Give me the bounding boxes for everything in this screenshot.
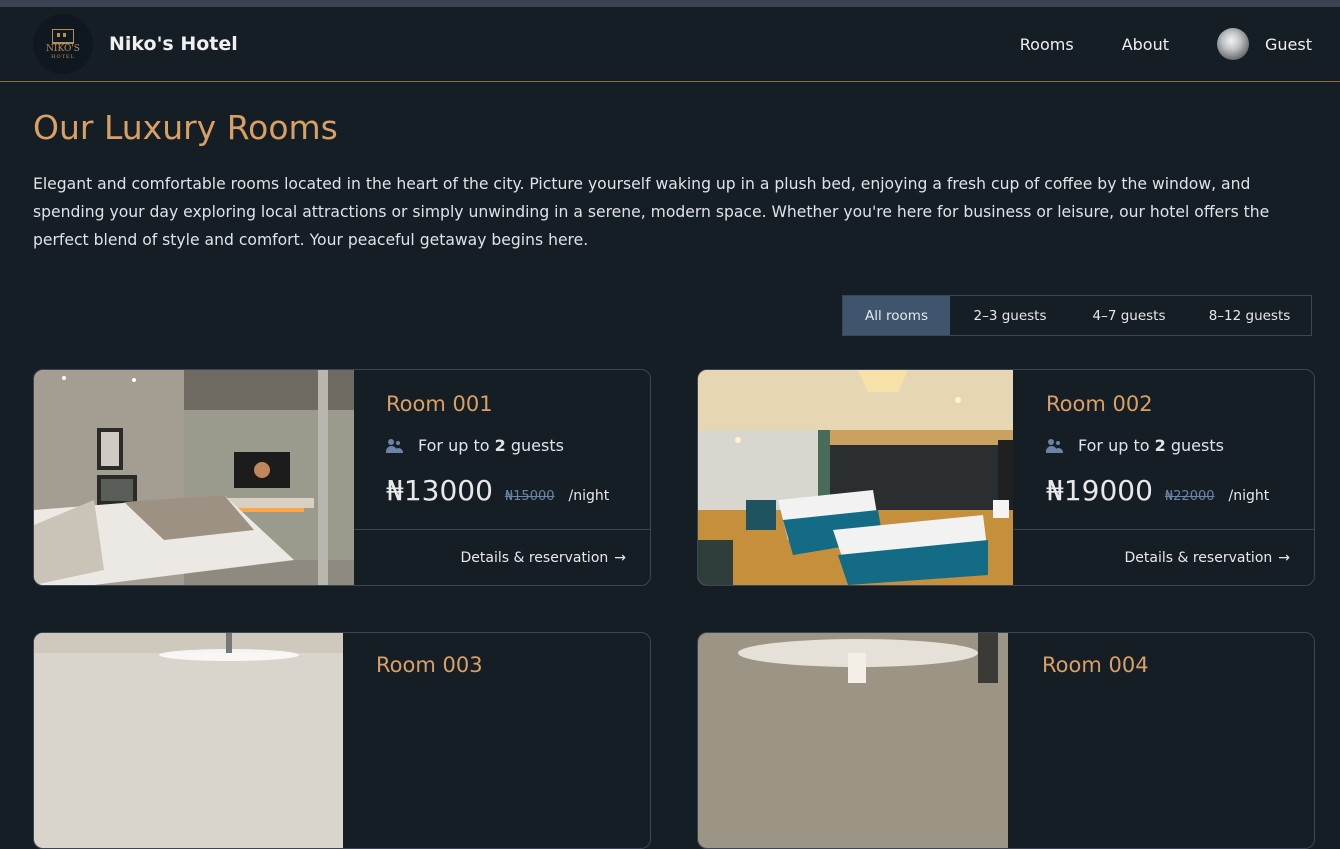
- top-navbar: NIKO'S HOTEL Niko's Hotel Rooms About Gu…: [0, 7, 1340, 82]
- room-card: Room 003: [33, 632, 651, 849]
- current-price: ₦19000: [1046, 474, 1153, 507]
- card-footer: Details & reservation →: [1014, 529, 1314, 585]
- room-card: Room 001 For up to 2 guests ₦13000 ₦1500…: [33, 369, 651, 586]
- capacity-text: For up to 2 guests: [418, 436, 564, 455]
- details-reservation-link[interactable]: Details & reservation →: [461, 550, 627, 566]
- room-title[interactable]: Room 001: [386, 392, 493, 416]
- price-row: ₦19000 ₦22000 /night: [1046, 474, 1269, 507]
- room-photo[interactable]: [34, 370, 354, 585]
- capacity-count: 2: [494, 436, 506, 455]
- capacity-prefix: For up to: [1078, 436, 1150, 455]
- capacity-prefix: For up to: [418, 436, 490, 455]
- room-capacity: For up to 2 guests: [1046, 436, 1224, 455]
- people-icon: [386, 438, 406, 454]
- card-footer: Details & reservation →: [354, 529, 650, 585]
- per-night-label: /night: [568, 488, 610, 504]
- capacity-suffix: guests: [1170, 436, 1224, 455]
- room-card: Room 002 For up to 2 guests ₦19000 ₦2200…: [697, 369, 1315, 586]
- room-card: Room 004: [697, 632, 1315, 849]
- room-capacity: For up to 2 guests: [386, 436, 564, 455]
- avatar[interactable]: [1217, 28, 1249, 60]
- details-link-label: Details & reservation: [1124, 549, 1273, 566]
- current-price: ₦13000: [386, 474, 493, 507]
- details-reservation-link[interactable]: Details & reservation →: [1125, 550, 1291, 566]
- logo-text-top: NIKO'S: [46, 43, 80, 54]
- user-name[interactable]: Guest: [1265, 35, 1312, 54]
- room-info: Room 001 For up to 2 guests ₦13000 ₦1500…: [354, 370, 650, 585]
- logo-text-bottom: HOTEL: [51, 53, 75, 60]
- user-menu[interactable]: Guest: [1217, 28, 1312, 60]
- room-title[interactable]: Room 002: [1046, 392, 1153, 416]
- filter-all-rooms[interactable]: All rooms: [843, 296, 950, 335]
- page-intro: Elegant and comfortable rooms located in…: [33, 175, 1270, 249]
- arrow-right-icon: →: [614, 549, 626, 566]
- room-photo[interactable]: [698, 370, 1013, 585]
- page-title: Our Luxury Rooms: [33, 108, 338, 147]
- nav-link-rooms[interactable]: Rooms: [1020, 35, 1074, 54]
- room-photo[interactable]: [698, 633, 1008, 848]
- old-price: ₦22000: [1164, 489, 1215, 504]
- hotel-logo[interactable]: NIKO'S HOTEL: [33, 14, 93, 74]
- room-photo[interactable]: [34, 633, 343, 848]
- main-nav: Rooms About Guest: [972, 28, 1312, 60]
- room-title[interactable]: Room 004: [1042, 653, 1149, 677]
- details-link-label: Details & reservation: [460, 549, 609, 566]
- arrow-right-icon: →: [1278, 549, 1290, 566]
- people-icon: [1046, 438, 1066, 454]
- hotel-building-icon: [52, 28, 74, 44]
- capacity-count: 2: [1154, 436, 1166, 455]
- per-night-label: /night: [1228, 488, 1270, 504]
- window-top-strip: [0, 0, 1340, 7]
- capacity-suffix: guests: [510, 436, 564, 455]
- room-info: Room 003: [343, 633, 650, 848]
- filter-4-7-guests[interactable]: 4–7 guests: [1070, 296, 1188, 335]
- brand[interactable]: NIKO'S HOTEL Niko's Hotel: [33, 14, 238, 74]
- filter-8-12-guests[interactable]: 8–12 guests: [1188, 296, 1311, 335]
- old-price: ₦15000: [504, 489, 555, 504]
- price-row: ₦13000 ₦15000 /night: [386, 474, 609, 507]
- nav-link-about[interactable]: About: [1122, 35, 1169, 54]
- room-title[interactable]: Room 003: [376, 653, 483, 677]
- guest-filter-tabs: All rooms 2–3 guests 4–7 guests 8–12 gue…: [842, 295, 1312, 336]
- filter-2-3-guests[interactable]: 2–3 guests: [950, 296, 1070, 335]
- room-info: Room 002 For up to 2 guests ₦19000 ₦2200…: [1014, 370, 1314, 585]
- brand-name[interactable]: Niko's Hotel: [109, 33, 238, 55]
- room-info: Room 004: [1009, 633, 1314, 848]
- capacity-text: For up to 2 guests: [1078, 436, 1224, 455]
